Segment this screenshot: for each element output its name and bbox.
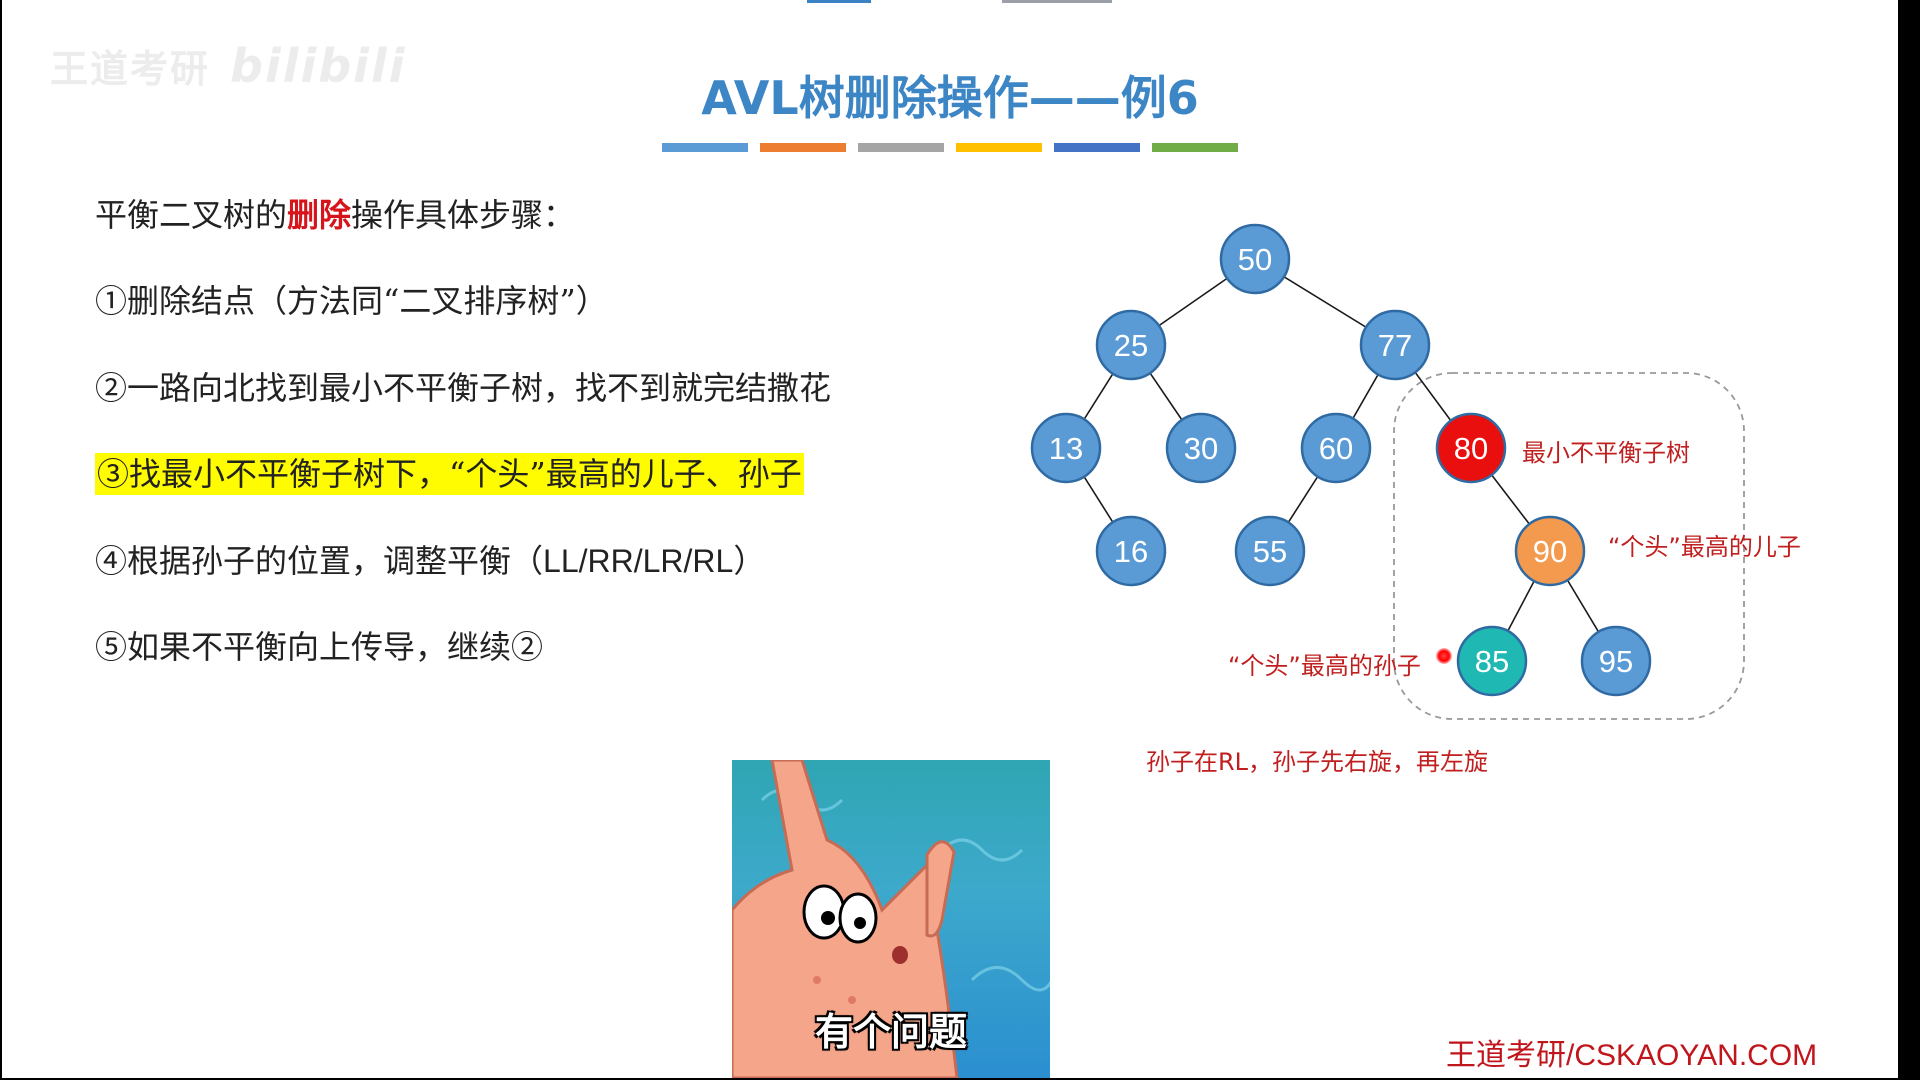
tree-node-77: 77 [1359, 309, 1431, 381]
annotation-unbalanced: 最小不平衡子树 [1522, 439, 1690, 467]
tree-node-label: 50 [1238, 242, 1272, 277]
tree-node-label: 55 [1253, 534, 1287, 569]
laser-pointer [1436, 648, 1452, 664]
tree-node-label: 60 [1319, 431, 1353, 466]
tree-node-50: 50 [1219, 223, 1291, 295]
tree-node-16: 16 [1095, 515, 1167, 587]
tree-node-label: 25 [1114, 328, 1148, 363]
tree-node-80: 80 [1435, 412, 1507, 484]
slide: 王道考研 bilibili AVL树删除操作——例6 平衡二叉树的删除操作具体步骤… [2, 0, 1898, 1078]
annotation-tallest-child: “个头”最高的儿子 [1608, 533, 1801, 561]
tree-node-label: 90 [1533, 534, 1567, 569]
meme-caption: 有个问题 [814, 1010, 967, 1054]
tree-node-label: 77 [1378, 328, 1412, 363]
annotation-tallest-grandchild: “个头”最高的孙子 [1228, 652, 1421, 680]
footer-brand: 王道考研/CSKAOYAN.COM [1446, 1039, 1818, 1072]
tree-node-label: 30 [1184, 431, 1218, 466]
tree-node-label: 85 [1475, 644, 1509, 679]
avl-tree-diagram: 50 25 77 13 30 60 80 16 55 90 85 95 [1030, 223, 1745, 720]
tree-node-label: 80 [1454, 431, 1488, 466]
tree-node-label: 16 [1114, 534, 1148, 569]
tree-node-60: 60 [1300, 412, 1372, 484]
tree-node-25: 25 [1095, 309, 1167, 381]
meme-image: 有个问题 [732, 760, 1050, 1078]
tree-node-label: 95 [1599, 644, 1633, 679]
tree-node-55: 55 [1234, 515, 1306, 587]
tree-node-label: 13 [1049, 431, 1083, 466]
tree-node-85: 85 [1456, 625, 1528, 697]
tree-node-30: 30 [1165, 412, 1237, 484]
tree-node-13: 13 [1030, 412, 1102, 484]
tree-node-95: 95 [1580, 625, 1652, 697]
annotation-rotation: 孙子在RL，孙子先右旋，再左旋 [1146, 748, 1489, 776]
tree-node-90: 90 [1514, 515, 1586, 587]
